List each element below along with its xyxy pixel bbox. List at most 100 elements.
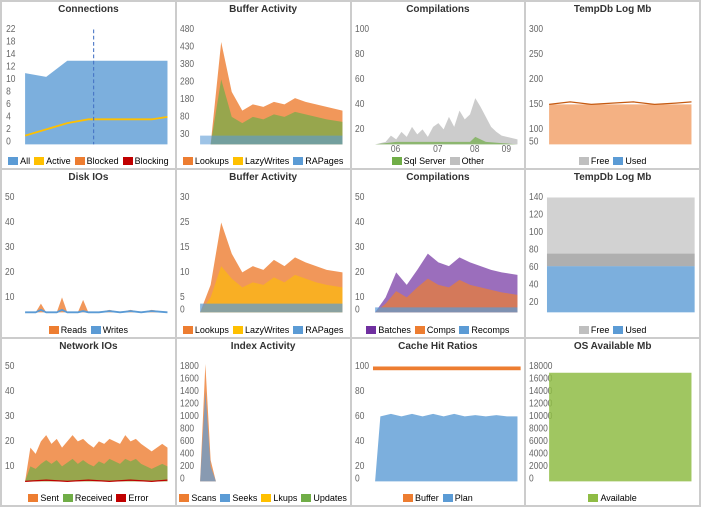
svg-text:10000: 10000 (529, 410, 552, 421)
index-activity-area: 1800 1600 1400 1200 1000 800 600 400 200… (179, 354, 348, 491)
tempdb-chart: TempDb Log Mb 300 250 200 150 100 50 Fre… (526, 2, 699, 168)
legend-blocked-label: Blocked (87, 156, 119, 166)
svg-text:120: 120 (529, 209, 543, 220)
svg-text:0: 0 (355, 304, 360, 315)
legend-rapages2: RAPages (293, 325, 343, 335)
legend-plan-color (443, 494, 453, 502)
legend-free-color (579, 157, 589, 165)
legend-error: Error (116, 493, 148, 503)
svg-text:20: 20 (355, 460, 364, 471)
legend-plan-label: Plan (455, 493, 473, 503)
legend-comps-color (415, 326, 425, 334)
legend-seeks-color (220, 494, 230, 502)
svg-text:30: 30 (180, 128, 189, 139)
disk-ios-chart: Disk IOs 50 40 30 20 10 Reads W (2, 170, 175, 336)
svg-text:300: 300 (529, 23, 543, 34)
svg-text:20: 20 (5, 435, 14, 446)
legend-free-label: Free (591, 156, 610, 166)
svg-text:10: 10 (180, 267, 189, 278)
svg-text:25: 25 (180, 217, 189, 228)
legend-error-label: Error (128, 493, 148, 503)
legend-lookups-label: Lookups (195, 156, 229, 166)
legend-plan: Plan (443, 493, 473, 503)
legend-reads-color (49, 326, 59, 334)
svg-text:08: 08 (470, 143, 479, 154)
legend-free: Free (579, 156, 610, 166)
os-available-chart: OS Available Mb 18000 16000 14000 12000 … (526, 339, 699, 505)
svg-text:0: 0 (180, 304, 185, 315)
legend-writes-label: Writes (103, 325, 128, 335)
legend-updates-color (301, 494, 311, 502)
legend-other: Other (450, 156, 485, 166)
svg-text:60: 60 (355, 410, 364, 421)
svg-text:10: 10 (6, 73, 15, 84)
legend-scans: Scans (179, 493, 216, 503)
legend-blocking: Blocking (123, 156, 169, 166)
cache-hit-title: Cache Hit Ratios (398, 341, 477, 352)
svg-text:40: 40 (529, 279, 538, 290)
tempdb-title: TempDb Log Mb (574, 4, 652, 15)
tempdb2-legend: Free Used (579, 325, 647, 335)
legend-buffer-color (403, 494, 413, 502)
legend-rapages-color (293, 157, 303, 165)
svg-text:14: 14 (6, 48, 15, 59)
svg-text:5: 5 (180, 292, 185, 303)
tempdb2-chart: TempDb Log Mb 140 120 100 80 60 40 20 (526, 170, 699, 336)
legend-sent-label: Sent (40, 493, 59, 503)
legend-blocked: Blocked (75, 156, 119, 166)
svg-text:40: 40 (5, 217, 14, 228)
legend-available-color (588, 494, 598, 502)
svg-text:140: 140 (529, 192, 543, 203)
legend-comps-label: Comps (427, 325, 456, 335)
buffer-area: 480 430 380 280 180 80 30 (179, 17, 348, 154)
buffer-activity-chart: Buffer Activity 30 25 15 10 5 0 Look (177, 170, 350, 336)
legend-received: Received (63, 493, 113, 503)
legend-available: Available (588, 493, 636, 503)
legend-lazywrites2-color (233, 326, 243, 334)
legend-sqlserver-color (392, 157, 402, 165)
legend-recomps-label: Recomps (471, 325, 509, 335)
legend-all: All (8, 156, 30, 166)
connections-legend: All Active Blocked Blocking (8, 156, 169, 166)
svg-text:40: 40 (355, 435, 364, 446)
svg-text:15: 15 (180, 242, 189, 253)
network-ios-area: 50 40 30 20 10 (4, 354, 173, 491)
dashboard: Connections 22 18 14 12 10 8 6 4 2 0 (0, 0, 701, 507)
svg-text:6000: 6000 (529, 435, 548, 446)
compilations-legend: Sql Server Other (392, 156, 485, 166)
buffer-activity-legend: Lookups LazyWrites RAPages (183, 325, 343, 335)
legend-lazywrites: LazyWrites (233, 156, 289, 166)
svg-text:0: 0 (529, 472, 534, 483)
svg-text:100: 100 (529, 123, 543, 134)
tempdb-area: 300 250 200 150 100 50 (528, 17, 697, 154)
svg-text:06: 06 (390, 143, 399, 154)
legend-batches-label: Batches (378, 325, 411, 335)
svg-text:800: 800 (180, 422, 194, 433)
svg-text:12: 12 (6, 61, 15, 72)
svg-text:0: 0 (6, 136, 11, 147)
svg-text:20: 20 (5, 267, 14, 278)
svg-text:09: 09 (501, 143, 510, 154)
buffer-chart: Buffer Activity 480 430 380 280 180 80 3… (177, 2, 350, 168)
legend-used2-color (613, 326, 623, 334)
svg-text:250: 250 (529, 48, 543, 59)
svg-text:40: 40 (5, 385, 14, 396)
buffer-activity-area: 30 25 15 10 5 0 (179, 185, 348, 322)
legend-lookups2-label: Lookups (195, 325, 229, 335)
legend-lazywrites2: LazyWrites (233, 325, 289, 335)
legend-blocked-color (75, 157, 85, 165)
network-ios-chart: Network IOs 50 40 30 20 10 Sent (2, 339, 175, 505)
connections-area: 22 18 14 12 10 8 6 4 2 0 (4, 17, 173, 154)
svg-text:50: 50 (5, 192, 14, 203)
buffer-title: Buffer Activity (229, 4, 297, 15)
svg-text:20: 20 (355, 123, 364, 134)
cache-hit-legend: Buffer Plan (403, 493, 473, 503)
legend-scans-label: Scans (191, 493, 216, 503)
legend-lkups: Lkups (261, 493, 297, 503)
legend-updates-label: Updates (313, 493, 347, 503)
legend-received-label: Received (75, 493, 113, 503)
legend-sqlserver: Sql Server (392, 156, 446, 166)
svg-text:30: 30 (180, 192, 189, 203)
svg-text:600: 600 (180, 435, 194, 446)
svg-text:100: 100 (355, 23, 369, 34)
